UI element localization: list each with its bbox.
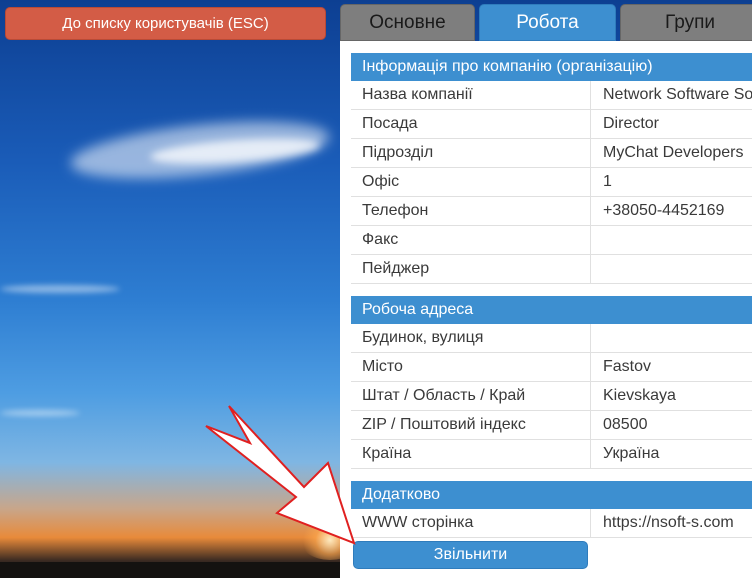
field-label: Підрозділ	[362, 144, 434, 161]
column-divider	[590, 411, 591, 439]
field-row-zip[interactable]: ZIP / Поштовий індекс 08500	[351, 411, 752, 440]
field-label: Посада	[362, 115, 418, 132]
field-value[interactable]: 1	[603, 168, 612, 196]
column-divider	[590, 324, 591, 352]
column-divider	[590, 197, 591, 225]
column-divider	[590, 509, 591, 537]
section-header-extra: Додатково	[351, 481, 752, 509]
field-label: Будинок, вулиця	[362, 329, 484, 346]
field-label: Пейджер	[362, 260, 430, 277]
field-row-street[interactable]: Будинок, вулиця	[351, 324, 752, 353]
column-divider	[590, 353, 591, 381]
field-label: Місто	[362, 358, 403, 375]
field-row-phone[interactable]: Телефон +38050-4452169	[351, 197, 752, 226]
column-divider	[590, 139, 591, 167]
fire-employee-button[interactable]: Звільнити	[353, 541, 588, 569]
field-value[interactable]: 08500	[603, 411, 648, 439]
work-info-panel: Інформація про компанію (організацію) На…	[340, 41, 752, 578]
field-value[interactable]: https://nsoft-s.com	[603, 509, 734, 537]
field-value[interactable]: MyChat Developers	[603, 139, 744, 167]
field-row-region[interactable]: Штат / Область / Край Kievskaya	[351, 382, 752, 411]
field-value[interactable]: Director	[603, 110, 659, 138]
field-label: Телефон	[362, 202, 429, 219]
column-divider	[590, 255, 591, 283]
field-row-pager[interactable]: Пейджер	[351, 255, 752, 284]
column-divider	[590, 168, 591, 196]
field-label: WWW сторінка	[362, 514, 474, 531]
field-row-city[interactable]: Місто Fastov	[351, 353, 752, 382]
field-label: Факс	[362, 231, 399, 248]
field-value[interactable]: Kievskaya	[603, 382, 676, 410]
column-divider	[590, 226, 591, 254]
field-value[interactable]: Network Software So	[603, 81, 752, 109]
cloud	[0, 410, 80, 416]
tab-main[interactable]: Основне	[340, 4, 475, 41]
column-divider	[590, 81, 591, 109]
section-header-company: Інформація про компанію (організацію)	[351, 53, 752, 81]
field-row-department[interactable]: Підрозділ MyChat Developers	[351, 139, 752, 168]
back-to-user-list-button[interactable]: До списку користувачів (ESC)	[5, 7, 326, 40]
column-divider	[590, 440, 591, 468]
column-divider	[590, 110, 591, 138]
field-row-position[interactable]: Посада Director	[351, 110, 752, 139]
field-row-fax[interactable]: Факс	[351, 226, 752, 255]
field-value[interactable]: Україна	[603, 440, 659, 468]
horizon-silhouette	[0, 562, 345, 578]
tab-bar: Основне Робота Групи	[340, 4, 752, 42]
field-value[interactable]: Fastov	[603, 353, 651, 381]
field-row-company-name[interactable]: Назва компанії Network Software So	[351, 81, 752, 110]
field-label: Назва компанії	[362, 86, 473, 103]
field-label: ZIP / Поштовий індекс	[362, 416, 526, 433]
field-label: Країна	[362, 445, 412, 462]
field-row-country[interactable]: Країна Україна	[351, 440, 752, 469]
section-header-address: Робоча адреса	[351, 296, 752, 324]
cloud	[0, 285, 120, 293]
tab-work[interactable]: Робота	[479, 4, 616, 41]
column-divider	[590, 382, 591, 410]
field-label: Офіс	[362, 173, 400, 190]
field-label: Штат / Область / Край	[362, 387, 526, 404]
field-value[interactable]: +38050-4452169	[603, 197, 724, 225]
tab-groups[interactable]: Групи	[620, 4, 752, 41]
field-row-office[interactable]: Офіс 1	[351, 168, 752, 197]
field-row-website[interactable]: WWW сторінка https://nsoft-s.com	[351, 509, 752, 538]
